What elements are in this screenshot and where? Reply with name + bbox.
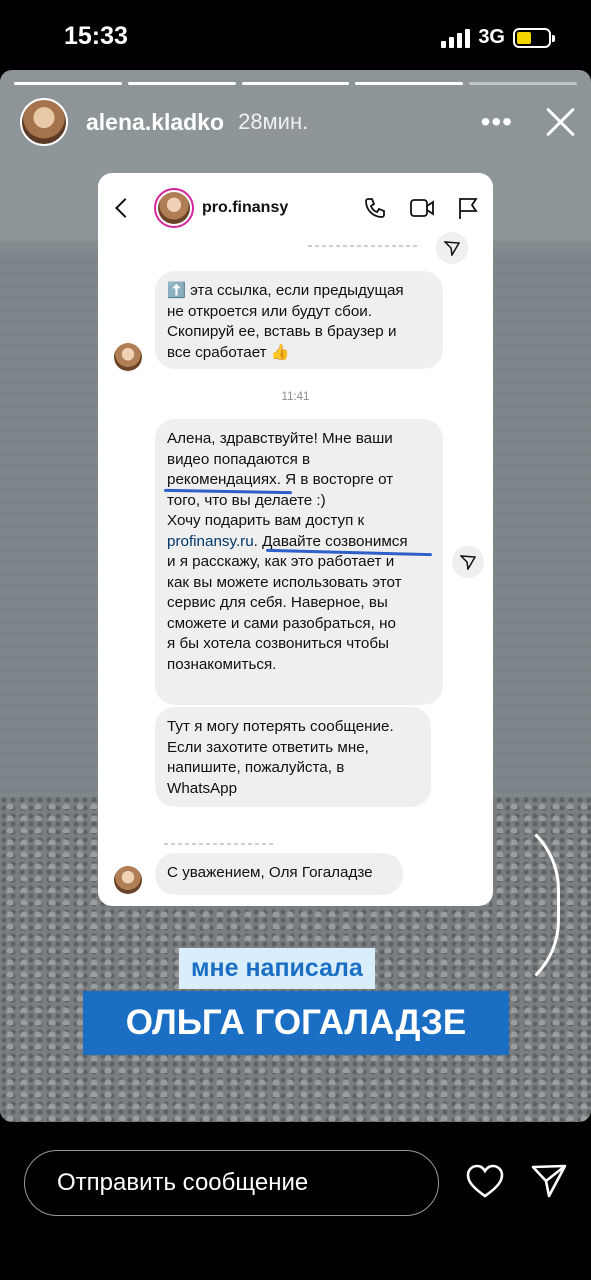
message-line: не откроется или будут сбои. — [167, 302, 373, 320]
message-line: я бы хотела созвониться чтобы — [167, 635, 389, 652]
message-line: того, что вы делаете :) — [167, 491, 326, 509]
story-header: alena.kladko 28мин. ••• — [20, 98, 577, 146]
back-icon — [115, 198, 135, 218]
message-line: Тут я могу потерять сообщение. — [167, 718, 394, 735]
more-icon[interactable]: ••• — [481, 106, 513, 138]
message-line: познакомиться. — [167, 655, 277, 673]
send-icon[interactable] — [531, 1163, 567, 1199]
battery-icon — [513, 27, 555, 48]
story-progress — [14, 82, 577, 85]
dm-name: pro.finansy — [202, 199, 289, 216]
message-bubble: Тут я могу потерять сообщение. Если захо… — [155, 707, 431, 807]
message-line: напишите, пожалуйста, в — [167, 759, 345, 776]
message-line: все сработает 👍 — [167, 343, 290, 361]
dm-avatar — [154, 188, 194, 228]
message-text: . Давайте созвонимся — [253, 532, 408, 550]
video-icon — [410, 199, 434, 217]
heart-icon[interactable] — [466, 1164, 504, 1200]
status-time: 15:33 — [64, 22, 128, 50]
send-icon — [444, 241, 460, 256]
message-line: Алена, здравствуйте! Мне ваши — [167, 430, 393, 447]
sender-avatar — [114, 343, 142, 371]
progress-segment — [355, 82, 464, 85]
signal-icon — [441, 28, 471, 48]
faded-text — [164, 843, 276, 845]
message-line: ⬆️ эта ссылка, если предыдущая — [167, 282, 404, 299]
status-icons: 3G — [441, 26, 555, 49]
progress-segment — [127, 82, 236, 85]
message-line: как вы можете использовать этот — [167, 573, 402, 591]
message-line: С уважением, Оля Гогаладзе — [167, 864, 373, 881]
faded-text — [308, 245, 418, 247]
progress-segment — [241, 82, 350, 85]
story-username[interactable]: alena.kladko — [86, 109, 224, 136]
message-timestamp: 11:41 — [281, 391, 310, 403]
message-line: WhatsApp — [167, 779, 238, 797]
message-link: profinansy.ru — [167, 532, 254, 550]
message-line: Скопируй ее, вставь в браузер и — [167, 323, 397, 340]
dm-screenshot: pro.finansy ⬆️ эта ссылка, если предыдущ… — [98, 173, 493, 906]
message-line: сервис для себя. Наверное, вы — [167, 594, 388, 611]
share-button — [452, 546, 484, 578]
network-type: 3G — [478, 26, 505, 48]
message-line: Если захотите ответить мне, — [167, 738, 369, 756]
progress-segment — [469, 82, 577, 85]
message-bubble: Алена, здравствуйте! Мне ваши видео попа… — [155, 419, 443, 705]
message-bubble: ⬆️ эта ссылка, если предыдущая не открое… — [155, 271, 443, 369]
reply-input[interactable]: Отправить сообщение — [24, 1150, 439, 1216]
caption-small: мне написала — [179, 948, 375, 989]
sender-avatar — [114, 866, 142, 894]
phone-icon — [365, 198, 385, 218]
avatar[interactable] — [20, 98, 68, 146]
flag-icon — [459, 198, 478, 219]
message-line: видео попадаются в — [167, 450, 311, 468]
story-time: 28мин. — [238, 109, 309, 134]
dm-header: pro.finansy — [98, 173, 493, 243]
share-button — [436, 232, 468, 264]
close-icon[interactable] — [543, 105, 577, 139]
message-line: рекомендациях. Я в восторге от — [167, 471, 394, 488]
caption-big: ОЛЬГА ГОГАЛАДЗЕ — [83, 991, 509, 1055]
progress-segment — [14, 82, 122, 85]
message-bubble: С уважением, Оля Гогаладзе — [155, 853, 403, 895]
message-line: сможете и сами разобраться, но — [167, 614, 396, 632]
message-line: Хочу подарить вам доступ к — [167, 512, 365, 529]
send-icon — [460, 555, 476, 570]
